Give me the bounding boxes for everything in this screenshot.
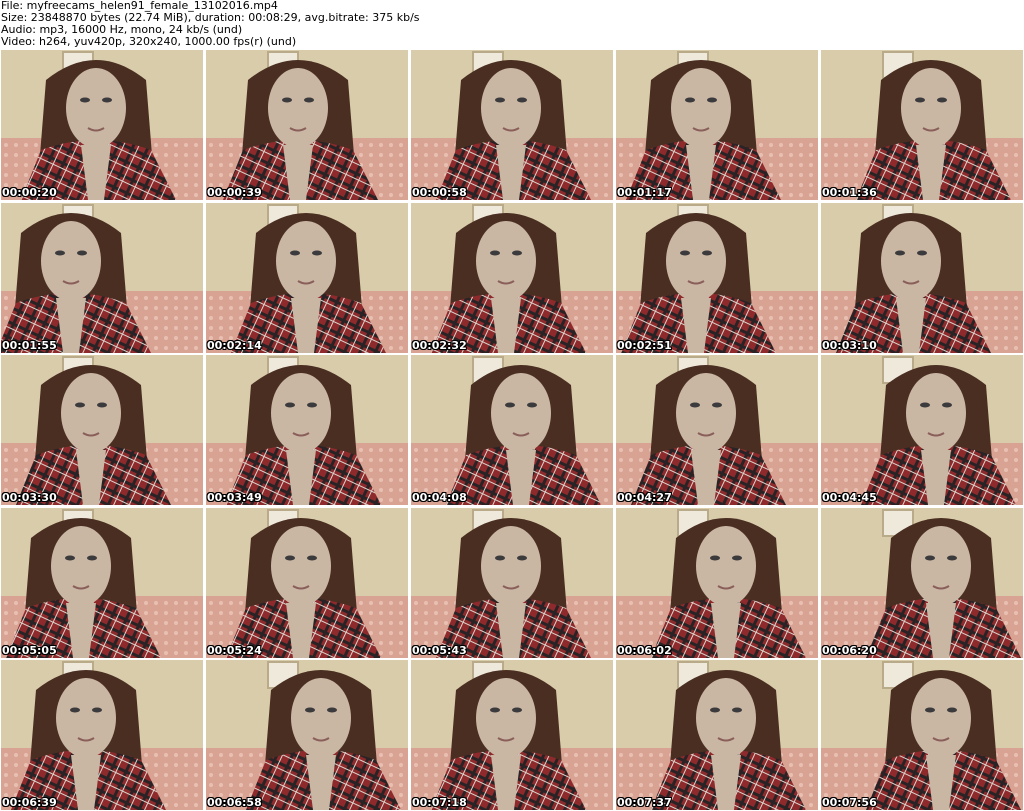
timestamp-label: 00:00:58 (412, 186, 467, 199)
timestamp-label: 00:01:55 (2, 338, 57, 352)
webcam-frame-image (206, 660, 408, 810)
webcam-frame-image (616, 202, 818, 353)
video-thumbnail: 00:04:27 (616, 355, 818, 505)
timestamp-label: 00:05:05 (2, 643, 57, 657)
timestamp-label: 00:04:27 (617, 491, 672, 504)
video-thumbnail: 00:05:43 (411, 507, 613, 658)
timestamp-label: 00:00:39 (207, 186, 262, 199)
video-thumbnail: 00:06:58 (206, 660, 408, 810)
webcam-frame-image (821, 355, 1023, 505)
video-thumbnail: 00:01:36 (821, 50, 1023, 200)
file-info-header: File: myfreecams_helen91_female_13102016… (0, 0, 1024, 50)
video-thumbnail: 00:00:58 (411, 50, 613, 200)
timestamp-label: 00:02:32 (412, 338, 467, 352)
timestamp-label: 00:02:51 (617, 338, 672, 352)
webcam-frame-image (616, 355, 818, 505)
timestamp-label: 00:00:20 (2, 186, 57, 199)
timestamp-label: 00:07:56 (822, 796, 877, 809)
webcam-frame-image (821, 50, 1023, 200)
timestamp-label: 00:07:37 (617, 796, 672, 809)
video-thumbnail: 00:06:02 (616, 507, 818, 658)
video-thumbnail: 00:03:49 (206, 355, 408, 505)
timestamp-label: 00:07:18 (412, 796, 467, 809)
video-thumbnail: 00:02:32 (411, 202, 613, 353)
video-thumbnail: 00:06:39 (1, 660, 203, 810)
webcam-frame-image (616, 50, 818, 200)
video-thumbnail: 00:04:08 (411, 355, 613, 505)
webcam-frame-image (616, 660, 818, 810)
webcam-frame-image (411, 202, 613, 353)
timestamp-label: 00:06:02 (617, 643, 672, 657)
video-thumbnail: 00:05:05 (1, 507, 203, 658)
timestamp-label: 00:04:08 (412, 491, 467, 504)
webcam-frame-image (206, 202, 408, 353)
timestamp-label: 00:06:20 (822, 643, 877, 657)
video-thumbnail: 00:01:17 (616, 50, 818, 200)
webcam-frame-image (821, 507, 1023, 658)
timestamp-label: 00:03:30 (2, 491, 57, 504)
video-thumbnail: 00:07:56 (821, 660, 1023, 810)
webcam-frame-image (411, 50, 613, 200)
video-thumbnail: 00:00:39 (206, 50, 408, 200)
video-thumbnail: 00:02:51 (616, 202, 818, 353)
webcam-frame-image (206, 50, 408, 200)
video-thumbnail: 00:00:20 (1, 50, 203, 200)
webcam-frame-image (206, 355, 408, 505)
video-thumbnail: 00:02:14 (206, 202, 408, 353)
timestamp-label: 00:02:14 (207, 338, 262, 352)
video-thumbnail: 00:07:37 (616, 660, 818, 810)
video-thumbnail: 00:06:20 (821, 507, 1023, 658)
video-thumbnail: 00:05:24 (206, 507, 408, 658)
webcam-frame-image (411, 660, 613, 810)
video-thumbnail: 00:07:18 (411, 660, 613, 810)
timestamp-label: 00:06:58 (207, 796, 262, 809)
timestamp-label: 00:06:39 (2, 796, 57, 809)
timestamp-label: 00:03:10 (822, 338, 877, 352)
webcam-frame-image (411, 507, 613, 658)
video-thumbnail: 00:03:30 (1, 355, 203, 505)
webcam-frame-image (1, 355, 203, 505)
webcam-frame-image (821, 202, 1023, 353)
webcam-frame-image (821, 660, 1023, 810)
webcam-frame-image (616, 507, 818, 658)
webcam-frame-image (206, 507, 408, 658)
timestamp-label: 00:01:17 (617, 186, 672, 199)
video-info-line: Video: h264, yuv420p, 320x240, 1000.00 f… (1, 35, 297, 48)
timestamp-label: 00:05:24 (207, 643, 262, 657)
thumbnail-grid: 00:00:20 00:00:39 00:00:58 00:01:17 00:01:36… (1, 50, 1023, 810)
webcam-frame-image (1, 507, 203, 658)
timestamp-label: 00:03:49 (207, 491, 262, 504)
webcam-frame-image (1, 202, 203, 353)
timestamp-label: 00:05:43 (412, 643, 467, 657)
timestamp-label: 00:01:36 (822, 186, 877, 199)
video-thumbnail: 00:04:45 (821, 355, 1023, 505)
video-thumbnail: 00:01:55 (1, 202, 203, 353)
webcam-frame-image (1, 660, 203, 810)
webcam-frame-image (1, 50, 203, 200)
video-thumbnail: 00:03:10 (821, 202, 1023, 353)
timestamp-label: 00:04:45 (822, 491, 877, 504)
webcam-frame-image (411, 355, 613, 505)
